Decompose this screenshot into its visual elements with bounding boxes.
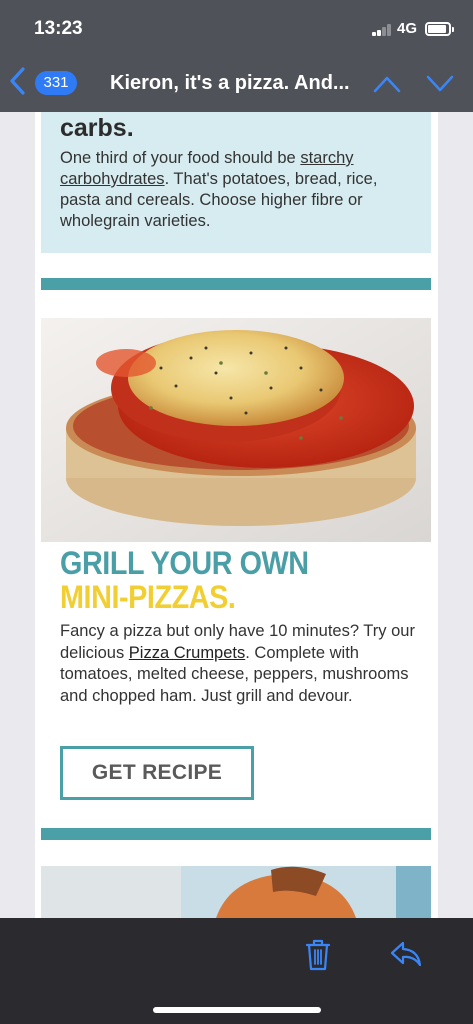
home-indicator[interactable] [153, 1007, 321, 1013]
reply-icon[interactable] [390, 940, 422, 968]
trash-icon[interactable] [304, 938, 332, 972]
back-chevron-icon[interactable] [8, 66, 28, 96]
network-label: 4G [397, 20, 418, 37]
mail-nav-bar: 331 Kieron, it's a pizza. And... [0, 62, 473, 106]
bottom-toolbar [0, 918, 473, 1024]
email-subject: Kieron, it's a pizza. And... [110, 72, 350, 94]
mini-pizzas-heading-line2: MINI-PIZZAS. [60, 579, 236, 615]
carbs-tip-box: carbs. One third of your food should be … [41, 112, 431, 253]
carbs-text: One third of your food should be starchy… [60, 149, 378, 230]
signal-icon [372, 24, 392, 36]
pizza-crumpets-link[interactable]: Pizza Crumpets [129, 644, 245, 662]
top-bar: 13:23 4G 331 Kieron, it's a pizza. And..… [0, 0, 473, 112]
pizza-crumpet-image[interactable] [41, 318, 431, 542]
chevron-down-icon[interactable] [426, 73, 454, 95]
carbs-heading: carbs. [60, 114, 134, 142]
email-body[interactable]: carbs. One third of your food should be … [0, 112, 473, 918]
newsletter-sheet: carbs. One third of your food should be … [35, 112, 438, 918]
mini-pizzas-text: Fancy a pizza but only have 10 minutes? … [60, 622, 415, 705]
section-divider [41, 828, 431, 840]
next-section-image[interactable] [41, 866, 431, 918]
get-recipe-button[interactable]: GET RECIPE [60, 746, 254, 800]
mini-pizzas-heading: GRILL YOUR OWN MINI-PIZZAS. [60, 546, 309, 614]
battery-icon [425, 22, 454, 36]
status-time: 13:23 [34, 18, 83, 39]
status-bar: 13:23 4G [0, 0, 473, 58]
mini-pizzas-heading-line1: GRILL YOUR OWN [60, 545, 309, 581]
unread-count-badge[interactable]: 331 [35, 71, 77, 95]
section-divider [41, 278, 431, 290]
chevron-up-icon[interactable] [373, 73, 401, 95]
